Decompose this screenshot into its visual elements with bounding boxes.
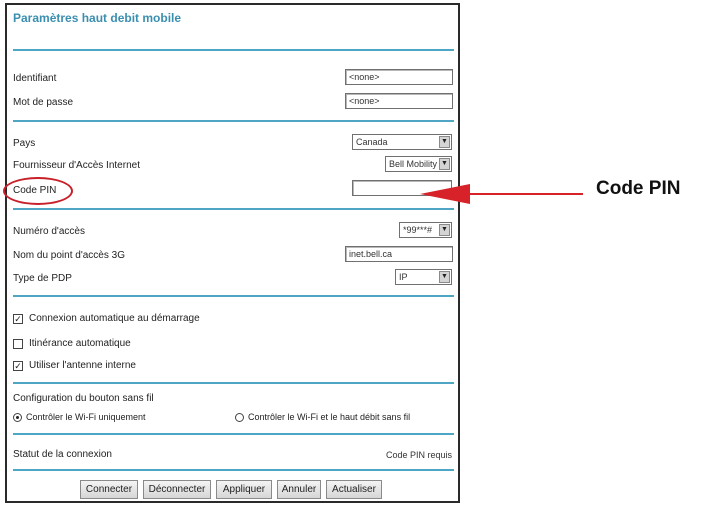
- arrow-left-icon: [420, 184, 470, 204]
- country-select[interactable]: Canada ▼: [352, 134, 452, 150]
- refresh-button[interactable]: Actualiser: [326, 480, 382, 499]
- callout-arrow-shaft: [470, 193, 583, 195]
- pdp-type-label: Type de PDP: [13, 273, 72, 284]
- apply-button[interactable]: Appliquer: [216, 480, 272, 499]
- internal-antenna-checkbox[interactable]: ✓: [13, 360, 23, 371]
- isp-select-value: Bell Mobility: [389, 159, 438, 169]
- router-settings-panel: Paramètres haut debit mobile Identifiant…: [5, 3, 460, 503]
- wireless-button-config-label: Configuration du bouton sans fil: [13, 393, 154, 404]
- pdp-type-select[interactable]: IP ▼: [395, 269, 452, 285]
- access-number-value: *99***#: [403, 225, 433, 235]
- wifi-only-label: Contrôler le Wi-Fi uniquement: [26, 412, 146, 422]
- apn-label: Nom du point d'accès 3G: [13, 250, 125, 261]
- chevron-down-icon: ▼: [439, 271, 450, 283]
- connection-status-value: Code PIN requis: [385, 450, 452, 460]
- access-number-label: Numéro d'accès: [13, 226, 85, 237]
- page-title: Paramètres haut debit mobile: [13, 11, 182, 25]
- section-divider: [13, 382, 454, 384]
- isp-select[interactable]: Bell Mobility ▼: [385, 156, 452, 172]
- connection-status-label: Statut de la connexion: [13, 449, 112, 460]
- country-select-value: Canada: [356, 137, 388, 147]
- isp-label: Fournisseur d'Accès Internet: [13, 160, 140, 171]
- disconnect-button[interactable]: Déconnecter: [143, 480, 211, 499]
- wifi-and-mobile-label: Contrôler le Wi-Fi et le haut débit sans…: [248, 412, 411, 422]
- roaming-label: Itinérance automatique: [29, 338, 131, 349]
- internal-antenna-option[interactable]: ✓ Utiliser l'antenne interne: [13, 360, 136, 371]
- password-label: Mot de passe: [13, 97, 74, 108]
- auto-connect-checkbox[interactable]: ✓: [13, 313, 23, 324]
- section-divider: [13, 433, 454, 435]
- username-label: Identifiant: [13, 73, 57, 84]
- wifi-only-option[interactable]: Contrôler le Wi-Fi uniquement: [13, 412, 146, 422]
- apn-input[interactable]: inet.bell.ca: [345, 246, 453, 262]
- wifi-and-mobile-option[interactable]: Contrôler le Wi-Fi et le haut débit sans…: [235, 412, 410, 422]
- auto-connect-label: Connexion automatique au démarrage: [29, 313, 200, 324]
- wifi-and-mobile-radio[interactable]: [235, 412, 244, 422]
- password-input[interactable]: <none>: [345, 93, 453, 109]
- pin-highlight-circle: [3, 177, 73, 205]
- access-number-select[interactable]: *99***# ▼: [399, 222, 452, 238]
- chevron-down-icon: ▼: [439, 158, 450, 170]
- section-divider: [13, 469, 454, 471]
- roaming-checkbox[interactable]: [13, 338, 23, 349]
- wifi-only-radio[interactable]: [13, 412, 22, 422]
- country-label: Pays: [13, 138, 36, 149]
- section-divider: [13, 295, 454, 297]
- chevron-down-icon: ▼: [439, 224, 450, 236]
- chevron-down-icon: ▼: [439, 136, 450, 148]
- auto-connect-option[interactable]: ✓ Connexion automatique au démarrage: [13, 313, 200, 324]
- username-input[interactable]: <none>: [345, 69, 453, 85]
- roaming-option[interactable]: Itinérance automatique: [13, 338, 131, 349]
- cancel-button[interactable]: Annuler: [277, 480, 321, 499]
- connect-button[interactable]: Connecter: [80, 480, 138, 499]
- section-divider: [13, 120, 454, 122]
- callout-label: Code PIN: [596, 178, 681, 199]
- section-divider: [13, 208, 454, 210]
- internal-antenna-label: Utiliser l'antenne interne: [29, 360, 136, 371]
- pdp-type-value: IP: [399, 272, 408, 282]
- section-divider: [13, 49, 454, 51]
